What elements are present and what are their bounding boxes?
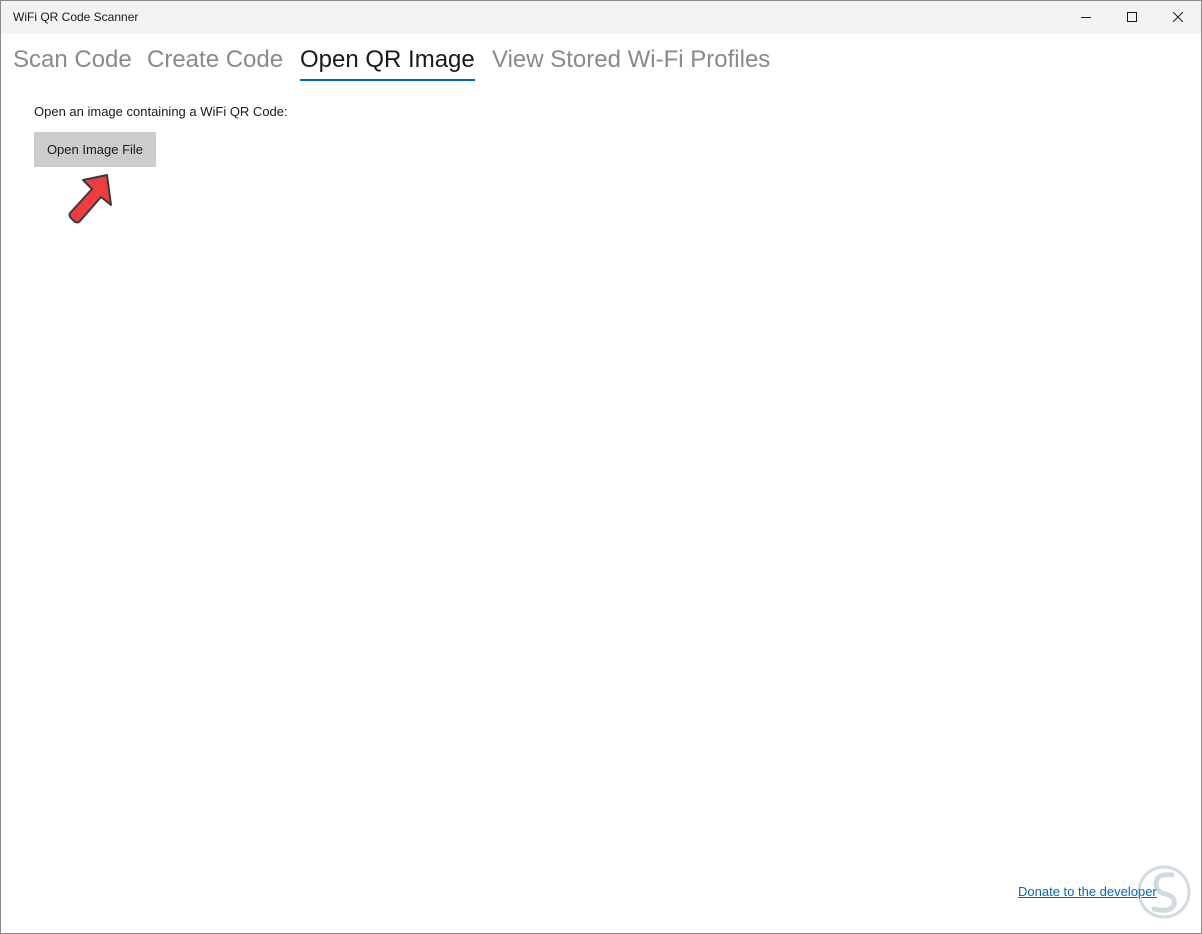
maximize-button[interactable] (1109, 1, 1155, 34)
close-icon (1173, 12, 1183, 22)
open-image-file-button[interactable]: Open Image File (34, 132, 156, 167)
close-button[interactable] (1155, 1, 1201, 34)
tab-label: Open QR Image (300, 46, 475, 73)
maximize-icon (1127, 12, 1137, 22)
instruction-text: Open an image containing a WiFi QR Code: (34, 104, 288, 119)
title-bar[interactable]: WiFi QR Code Scanner (1, 1, 1201, 34)
tab-strip: Scan Code Create Code Open QR Image View… (1, 34, 1201, 84)
minimize-button[interactable] (1063, 1, 1109, 34)
tab-create-code[interactable]: Create Code (147, 45, 283, 75)
active-tab-indicator (300, 79, 475, 81)
app-window: WiFi QR Code Scanner Scan Code Create Co… (0, 0, 1202, 934)
tab-label: View Stored Wi-Fi Profiles (492, 46, 771, 73)
tab-label: Scan Code (13, 46, 132, 73)
watermark-logo-icon (1137, 865, 1191, 919)
tab-open-qr-image[interactable]: Open QR Image (300, 45, 475, 81)
pointer-arrow-icon (68, 174, 112, 224)
tab-label: Create Code (147, 46, 284, 73)
window-title: WiFi QR Code Scanner (13, 10, 139, 24)
tab-scan-code[interactable]: Scan Code (13, 45, 132, 75)
tab-view-stored-profiles[interactable]: View Stored Wi-Fi Profiles (492, 45, 770, 75)
minimize-icon (1081, 17, 1091, 18)
